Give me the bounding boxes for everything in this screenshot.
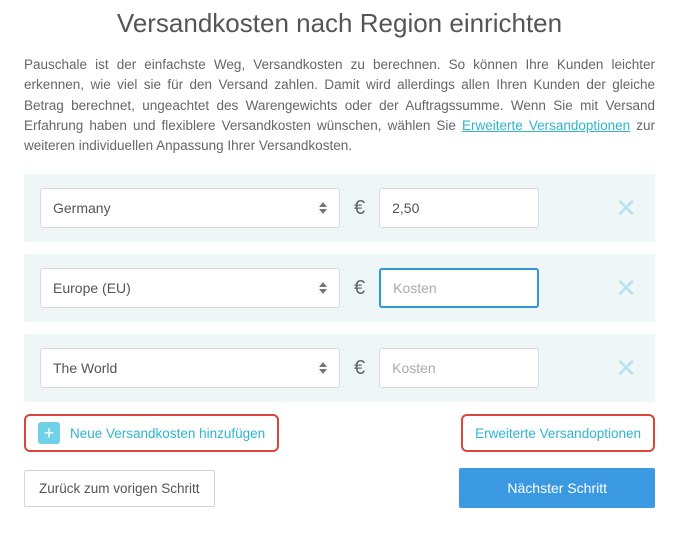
region-select[interactable]: Europe (EU) [40,268,340,308]
currency-symbol: € [354,277,365,300]
cost-input[interactable] [379,188,539,228]
currency-symbol: € [354,357,365,380]
intro-text: Pauschale ist der einfachste Weg, Versan… [24,55,655,156]
cost-input[interactable] [379,268,539,308]
region-selected-value: Europe (EU) [53,280,131,296]
region-select[interactable]: Germany [40,188,340,228]
region-selected-value: The World [53,360,117,376]
advanced-options-button[interactable]: Erweiterte Versandoptionen [461,414,655,452]
advanced-options-link[interactable]: Erweiterte Versandoptionen [462,118,630,133]
close-icon[interactable]: ✕ [611,271,641,305]
advanced-options-label: Erweiterte Versandoptionen [475,426,641,441]
cost-input[interactable] [379,348,539,388]
shipping-row: The World € ✕ [24,334,655,402]
plus-icon: + [38,422,60,444]
page-title: Versandkosten nach Region einrichten [24,8,655,39]
shipping-row: Germany € ✕ [24,174,655,242]
region-selected-value: Germany [53,200,111,216]
next-button[interactable]: Nächster Schritt [459,468,655,508]
close-icon[interactable]: ✕ [611,351,641,385]
shipping-row: Europe (EU) € ✕ [24,254,655,322]
add-shipping-label: Neue Versandkosten hinzufügen [70,426,265,441]
back-button[interactable]: Zurück zum vorigen Schritt [24,470,215,507]
region-select[interactable]: The World [40,348,340,388]
close-icon[interactable]: ✕ [611,191,641,225]
add-shipping-button[interactable]: + Neue Versandkosten hinzufügen [24,414,279,452]
currency-symbol: € [354,197,365,220]
